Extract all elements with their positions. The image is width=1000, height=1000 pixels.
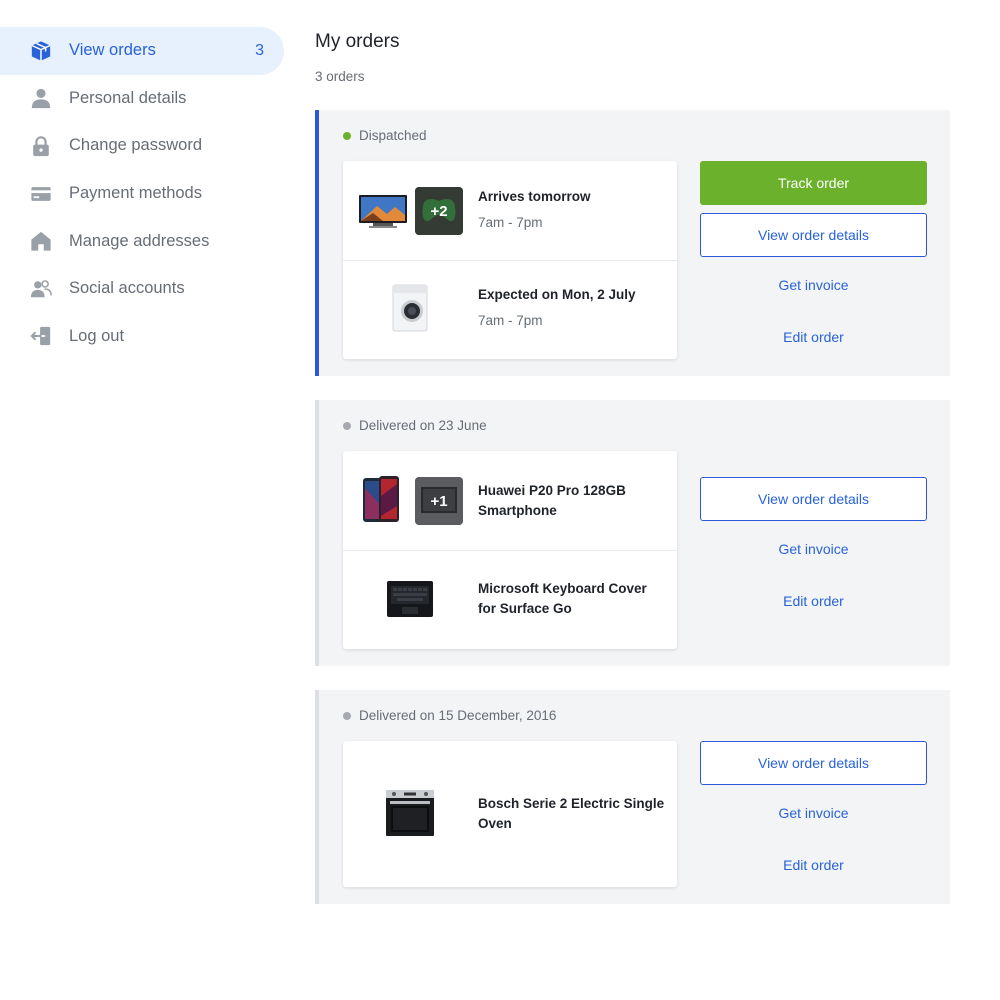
sidebar-item-change-password[interactable]: Change password <box>0 122 284 170</box>
sidebar-item-label: Payment methods <box>69 184 202 203</box>
product-name: Bosch Serie 2 Electric Single Oven <box>478 796 665 831</box>
more-items-badge: +2 <box>415 187 463 235</box>
order-status: Delivered on 15 December, 2016 <box>343 708 556 723</box>
order-items-card: +2 Arrives tomorrow 7am - 7pm Expected o… <box>343 161 677 359</box>
order-item-row[interactable]: +2 Arrives tomorrow 7am - 7pm <box>343 161 677 261</box>
status-text: Dispatched <box>359 128 427 143</box>
status-dot <box>343 131 351 140</box>
view-order-details-button[interactable]: View order details <box>700 477 927 521</box>
credit-card-icon <box>30 183 52 205</box>
keyboard-thumbnail <box>387 581 433 617</box>
order-item-row[interactable]: Expected on Mon, 2 July 7am - 7pm <box>343 261 677 359</box>
delivery-eta: Expected on Mon, 2 July <box>478 287 636 302</box>
order-item-row[interactable]: Microsoft Keyboard Cover for Surface Go <box>343 551 677 649</box>
order-status: Dispatched <box>343 128 427 143</box>
sidebar-item-label: View orders <box>69 41 156 60</box>
sidebar-item-payment-methods[interactable]: Payment methods <box>0 170 284 218</box>
edit-order-link[interactable]: Edit order <box>700 329 927 345</box>
sidebar-item-manage-addresses[interactable]: Manage addresses <box>0 217 284 265</box>
edit-order-link[interactable]: Edit order <box>700 593 927 609</box>
sidebar-item-log-out[interactable]: Log out <box>0 313 284 361</box>
sidebar-item-label: Log out <box>69 326 125 345</box>
sidebar-item-label: Social accounts <box>69 279 185 298</box>
product-name: Huawei P20 Pro 128GB Smartphone <box>478 483 626 518</box>
order-count-text: 3 orders <box>315 69 365 84</box>
order-panel: Delivered on 15 December, 2016 Bosch Ser… <box>315 690 950 904</box>
order-panel: Dispatched +2 Arrives tomorrow 7am - 7pm… <box>315 110 950 376</box>
oven-thumbnail <box>385 789 435 837</box>
order-status: Delivered on 23 June <box>343 418 487 433</box>
view-order-details-button[interactable]: View order details <box>700 741 927 785</box>
page-title: My orders <box>315 31 400 52</box>
sidebar-item-label: Manage addresses <box>69 231 210 250</box>
person-icon <box>30 87 52 109</box>
delivery-eta: Arrives tomorrow <box>478 189 591 204</box>
sidebar-item-label: Personal details <box>69 88 187 107</box>
delivery-window: 7am - 7pm <box>478 313 543 328</box>
status-dot <box>343 421 351 430</box>
washing-machine-thumbnail <box>391 283 429 333</box>
sidebar-item-label: Change password <box>69 136 202 155</box>
order-item-row[interactable]: +1 Huawei P20 Pro 128GB Smartphone <box>343 451 677 551</box>
order-items-card: +1 Huawei P20 Pro 128GB Smartphone Micro… <box>343 451 677 649</box>
phone-thumbnail <box>363 475 401 525</box>
box-icon <box>30 40 52 62</box>
logout-icon <box>30 325 52 347</box>
more-items-badge: +1 <box>415 477 463 525</box>
people-icon <box>30 278 52 300</box>
orders-count-badge: 3 <box>255 41 264 59</box>
get-invoice-link[interactable]: Get invoice <box>700 277 927 293</box>
sidebar-item-personal-details[interactable]: Personal details <box>0 75 284 123</box>
tv-thumbnail <box>359 195 407 229</box>
track-order-button[interactable]: Track order <box>700 161 927 205</box>
order-items-card: Bosch Serie 2 Electric Single Oven <box>343 741 677 887</box>
home-icon <box>30 230 52 252</box>
get-invoice-link[interactable]: Get invoice <box>700 805 927 821</box>
product-name: Microsoft Keyboard Cover for Surface Go <box>478 581 647 616</box>
sidebar-item-view-orders[interactable]: View orders 3 <box>0 27 284 75</box>
status-text: Delivered on 23 June <box>359 418 487 433</box>
sidebar-item-social-accounts[interactable]: Social accounts <box>0 265 284 313</box>
order-item-row[interactable]: Bosch Serie 2 Electric Single Oven <box>343 741 677 887</box>
edit-order-link[interactable]: Edit order <box>700 857 927 873</box>
get-invoice-link[interactable]: Get invoice <box>700 541 927 557</box>
lock-icon <box>30 135 52 157</box>
status-text: Delivered on 15 December, 2016 <box>359 708 557 723</box>
sidebar-nav: View orders 3 Personal details Change pa… <box>0 27 284 360</box>
status-dot <box>343 711 351 720</box>
delivery-window: 7am - 7pm <box>478 215 543 230</box>
order-panel: Delivered on 23 June +1 Huawei P20 Pro 1… <box>315 400 950 666</box>
view-order-details-button[interactable]: View order details <box>700 213 927 257</box>
